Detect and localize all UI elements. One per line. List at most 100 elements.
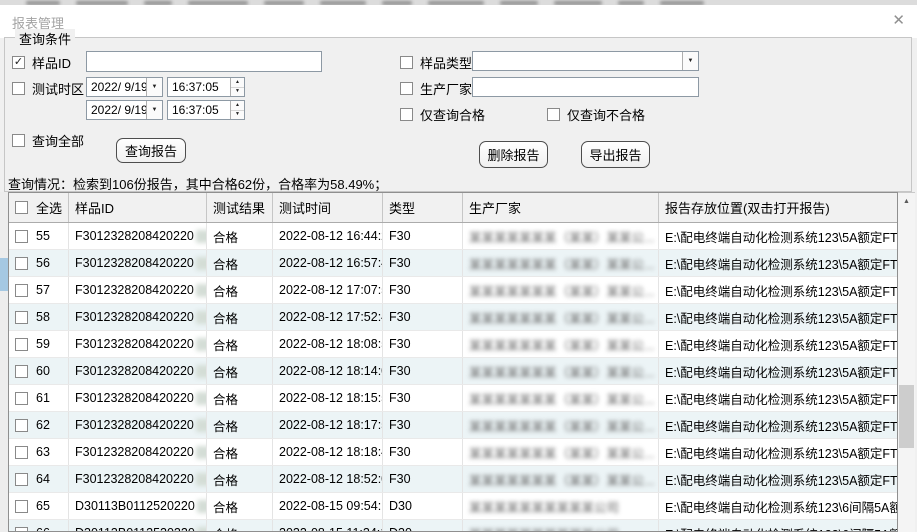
- row-checkbox[interactable]: [15, 473, 28, 486]
- spin-down-icon: ▼: [231, 88, 244, 97]
- sample-type-combobox[interactable]: ▼: [472, 51, 699, 71]
- only-pass-checkbox[interactable]: [400, 108, 413, 121]
- row-select-cell: 58: [9, 304, 69, 330]
- end-date-dropdown-button[interactable]: ▼: [146, 101, 162, 119]
- chevron-down-icon: ▼: [152, 107, 158, 113]
- sample-id-cell: F3012328208420220: [69, 385, 207, 411]
- table-row[interactable]: 55 F3012328208420220 合格 2022-08-12 16:44…: [9, 223, 897, 250]
- only-fail-checkbox[interactable]: [547, 108, 560, 121]
- query-all-checkbox[interactable]: [12, 134, 25, 147]
- type-cell: F30: [383, 385, 463, 411]
- sample-type-field: 样品类型: [400, 53, 472, 72]
- manufacturer-input[interactable]: [472, 77, 699, 97]
- header-result[interactable]: 测试结果: [207, 193, 273, 222]
- sample-id-text: F3012328208420220: [75, 472, 194, 486]
- only-pass-field: 仅查询合格: [400, 105, 485, 124]
- time-cell: 2022-08-12 17:07:58: [273, 277, 383, 303]
- query-report-button[interactable]: 查询报告: [116, 138, 186, 163]
- row-checkbox[interactable]: [15, 284, 28, 297]
- row-number: 59: [36, 337, 50, 351]
- row-checkbox[interactable]: [15, 311, 28, 324]
- location-cell[interactable]: E:\配电终端自动化检测系统123\6间隔5A额定D30: [659, 520, 897, 532]
- redacted-manufacturer: 某某某某某某某（某某）某某公...: [469, 389, 654, 408]
- sample-type-checkbox[interactable]: [400, 56, 413, 69]
- sample-id-checkbox[interactable]: ✓: [12, 56, 25, 69]
- row-checkbox[interactable]: [15, 338, 28, 351]
- result-cell: 合格: [207, 385, 273, 411]
- table-row[interactable]: 60 F3012328208420220 合格 2022-08-12 18:14…: [9, 358, 897, 385]
- table-row[interactable]: 59 F3012328208420220 合格 2022-08-12 18:08…: [9, 331, 897, 358]
- background-blur: [428, 1, 484, 5]
- location-cell[interactable]: E:\配电终端自动化检测系统123\6间隔5A额定D30: [659, 493, 897, 519]
- location-cell[interactable]: E:\配电终端自动化检测系统123\5A额定FTU配置: [659, 466, 897, 492]
- row-checkbox[interactable]: [15, 419, 28, 432]
- result-cell: 合格: [207, 304, 273, 330]
- row-number: 64: [36, 472, 50, 486]
- header-location[interactable]: 报告存放位置(双击打开报告): [659, 193, 897, 222]
- manufacturer-checkbox[interactable]: [400, 82, 413, 95]
- row-number: 57: [36, 283, 50, 297]
- start-time-spinner[interactable]: 16:37:05 ▲▼: [167, 77, 245, 97]
- end-time-spinner[interactable]: 16:37:05 ▲▼: [167, 100, 245, 120]
- table-row[interactable]: 63 F3012328208420220 合格 2022-08-12 18:18…: [9, 439, 897, 466]
- test-period-checkbox[interactable]: [12, 82, 25, 95]
- row-select-cell: 63: [9, 439, 69, 465]
- table-row[interactable]: 61 F3012328208420220 合格 2022-08-12 18:15…: [9, 385, 897, 412]
- table-row[interactable]: 62 F3012328208420220 合格 2022-08-12 18:17…: [9, 412, 897, 439]
- table-row[interactable]: 65 D30113B0112520220 合格 2022-08-15 09:54…: [9, 493, 897, 520]
- location-cell[interactable]: E:\配电终端自动化检测系统123\5A额定FTU配置: [659, 277, 897, 303]
- header-time[interactable]: 测试时间: [273, 193, 383, 222]
- location-cell[interactable]: E:\配电终端自动化检测系统123\5A额定FTU配置: [659, 412, 897, 438]
- header-sample-id[interactable]: 样品ID: [69, 193, 207, 222]
- delete-report-button[interactable]: 删除报告: [479, 141, 548, 168]
- result-cell: 合格: [207, 358, 273, 384]
- type-cell: F30: [383, 466, 463, 492]
- table-row[interactable]: 66 D30113B0112520220 合格 2022-08-15 11:24…: [9, 520, 897, 532]
- row-checkbox[interactable]: [15, 365, 28, 378]
- sample-id-cell: F3012328208420220: [69, 412, 207, 438]
- location-cell[interactable]: E:\配电终端自动化检测系统123\5A额定FTU配置: [659, 385, 897, 411]
- export-report-button[interactable]: 导出报告: [581, 141, 650, 168]
- location-cell[interactable]: E:\配电终端自动化检测系统123\5A额定FTU配置: [659, 358, 897, 384]
- select-all-checkbox[interactable]: [15, 201, 28, 214]
- sample-id-input[interactable]: [86, 51, 322, 72]
- sample-type-label: 样品类型: [420, 53, 472, 72]
- row-checkbox[interactable]: [15, 392, 28, 405]
- table-row[interactable]: 57 F3012328208420220 合格 2022-08-12 17:07…: [9, 277, 897, 304]
- row-checkbox[interactable]: [15, 446, 28, 459]
- location-cell[interactable]: E:\配电终端自动化检测系统123\5A额定FTU配置: [659, 250, 897, 276]
- row-checkbox[interactable]: [15, 500, 28, 513]
- vertical-scrollbar[interactable]: ▲: [898, 192, 915, 532]
- manufacturer-cell: 某某某某某某某（某某）某某公...: [463, 358, 659, 384]
- scroll-up-button[interactable]: ▲: [898, 193, 915, 210]
- row-checkbox[interactable]: [15, 257, 28, 270]
- row-checkbox[interactable]: [15, 527, 28, 532]
- sample-type-dropdown-button[interactable]: ▼: [682, 52, 698, 70]
- location-cell[interactable]: E:\配电终端自动化检测系统123\5A额定FTU配置: [659, 331, 897, 357]
- checkmark-icon: ✓: [14, 57, 23, 68]
- close-icon[interactable]: ✕: [892, 11, 905, 29]
- location-cell[interactable]: E:\配电终端自动化检测系统123\5A额定FTU配置: [659, 439, 897, 465]
- redacted-id-tail: [196, 311, 207, 324]
- start-date-dropdown-button[interactable]: ▼: [146, 78, 162, 96]
- table-row[interactable]: 64 F3012328208420220 合格 2022-08-12 18:52…: [9, 466, 897, 493]
- start-date-picker[interactable]: 2022/ 9/19 ▼: [86, 77, 163, 97]
- start-time-spin-buttons[interactable]: ▲▼: [230, 78, 244, 96]
- start-date-value: 2022/ 9/19: [87, 80, 146, 94]
- scrollbar-thumb[interactable]: [899, 385, 914, 448]
- row-select-cell: 56: [9, 250, 69, 276]
- header-select-all[interactable]: 全选: [9, 193, 69, 222]
- location-cell[interactable]: E:\配电终端自动化检测系统123\5A额定FTU配置: [659, 223, 897, 249]
- header-type[interactable]: 类型: [383, 193, 463, 222]
- location-cell[interactable]: E:\配电终端自动化检测系统123\5A额定FTU配置: [659, 304, 897, 330]
- end-time-spin-buttons[interactable]: ▲▼: [230, 101, 244, 119]
- time-cell: 2022-08-12 18:17:51: [273, 412, 383, 438]
- row-checkbox[interactable]: [15, 230, 28, 243]
- sample-id-cell: F3012328208420220: [69, 223, 207, 249]
- end-date-picker[interactable]: 2022/ 9/19 ▼: [86, 100, 163, 120]
- header-manufacturer[interactable]: 生产厂家: [463, 193, 659, 222]
- type-cell: F30: [383, 412, 463, 438]
- background-blur: [320, 1, 366, 5]
- table-row[interactable]: 58 F3012328208420220 合格 2022-08-12 17:52…: [9, 304, 897, 331]
- table-row[interactable]: 56 F3012328208420220 合格 2022-08-12 16:57…: [9, 250, 897, 277]
